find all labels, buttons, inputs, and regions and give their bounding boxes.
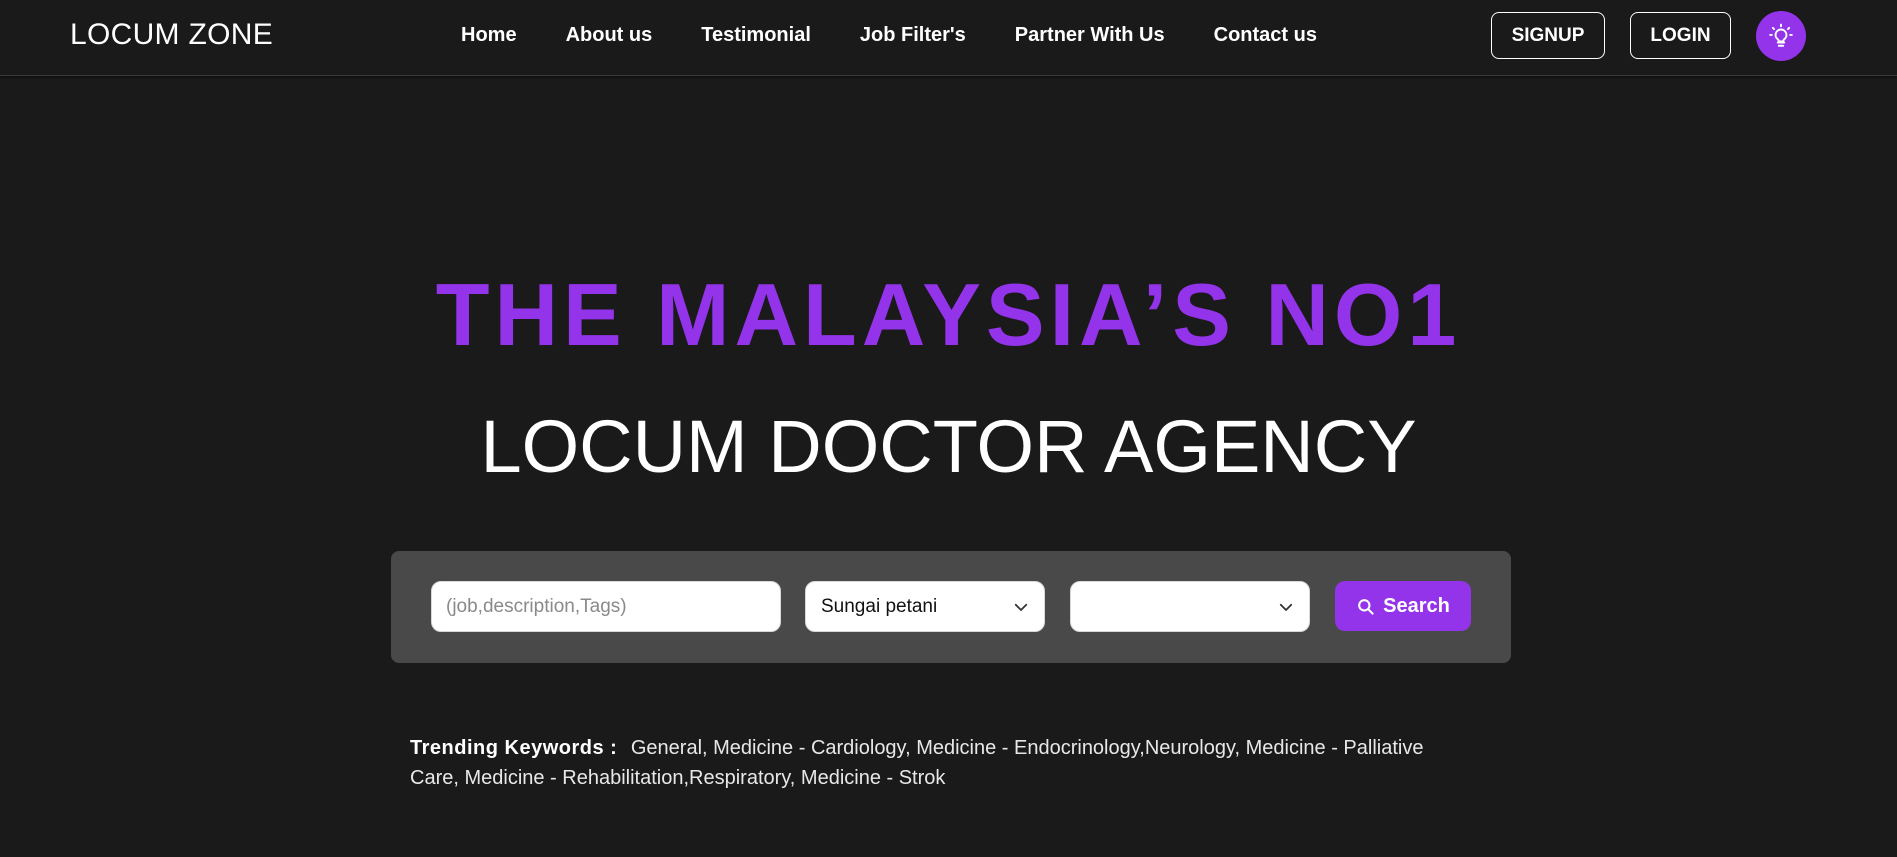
nav-item-about-us[interactable]: About us [566, 24, 653, 47]
nav-item-partner-with-us[interactable]: Partner With Us [1015, 24, 1165, 47]
search-button-label: Search [1383, 594, 1450, 617]
signup-button[interactable]: SIGNUP [1491, 12, 1605, 59]
hero-subtitle: LOCUM DOCTOR AGENCY [480, 405, 1417, 488]
location-select-value: Sungai petani [821, 596, 938, 617]
chevron-down-icon [1014, 603, 1028, 611]
hero-title: THE MALAYSIA’S NO1 [435, 265, 1462, 364]
search-button[interactable]: Search [1335, 581, 1471, 631]
job-search-panel: Sungai petani Search [391, 551, 1511, 663]
nav-item-home[interactable]: Home [461, 24, 517, 47]
theme-toggle-button[interactable] [1756, 11, 1806, 61]
top-navbar: LOCUM ZONE Home About us Testimonial Job… [0, 0, 1897, 76]
trending-keywords-label: Trending Keywords : [410, 737, 618, 759]
login-button[interactable]: LOGIN [1630, 12, 1731, 59]
nav-item-testimonial[interactable]: Testimonial [701, 24, 811, 47]
chevron-down-icon [1279, 603, 1293, 611]
category-select[interactable] [1070, 581, 1310, 632]
location-select[interactable]: Sungai petani [805, 581, 1045, 632]
search-icon [1358, 598, 1374, 615]
nav-item-contact-us[interactable]: Contact us [1214, 24, 1317, 47]
lightbulb-icon [1769, 23, 1793, 47]
keyword-search-input[interactable] [431, 581, 781, 632]
trending-keywords: Trending Keywords : General, Medicine - … [410, 733, 1450, 793]
nav-menu: Home About us Testimonial Job Filter's P… [461, 24, 1317, 47]
nav-item-job-filters[interactable]: Job Filter's [860, 24, 966, 47]
brand-logo-text[interactable]: LOCUM ZONE [70, 18, 273, 52]
